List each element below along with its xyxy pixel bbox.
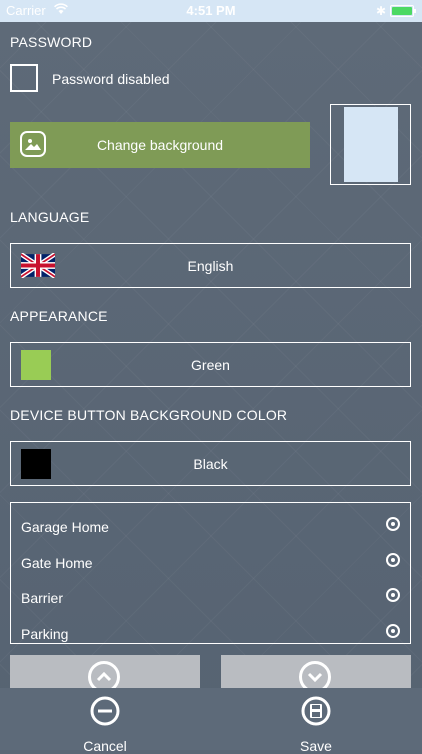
battery-icon <box>390 5 416 17</box>
cancel-button[interactable]: Cancel <box>65 696 145 754</box>
password-checkbox[interactable] <box>10 64 38 92</box>
save-label: Save <box>300 738 332 754</box>
device-button-color-heading: DEVICE BUTTON BACKGROUND COLOR <box>10 407 288 423</box>
change-background-button[interactable]: Change background <box>10 122 310 168</box>
status-bar: Carrier 4:51 PM ✱ <box>0 0 422 22</box>
appearance-heading: APPEARANCE <box>10 308 108 324</box>
radio-button[interactable] <box>386 517 400 531</box>
appearance-value: Green <box>191 357 230 373</box>
appearance-selector[interactable]: Green <box>10 342 411 387</box>
list-item[interactable]: Gate Home <box>21 543 400 579</box>
language-selector[interactable]: English <box>10 243 411 288</box>
move-up-button[interactable] <box>10 655 200 689</box>
password-checkbox-label: Password disabled <box>52 71 170 87</box>
background-preview-image <box>344 107 398 182</box>
device-list: Garage Home Gate Home Barrier Parking <box>10 502 411 644</box>
device-label: Gate Home <box>21 555 93 571</box>
language-value: English <box>187 258 234 274</box>
bottom-toolbar: Cancel Save <box>0 688 422 754</box>
device-label: Barrier <box>21 590 64 606</box>
cancel-icon <box>90 696 120 726</box>
chevron-down-icon <box>299 661 331 689</box>
image-icon <box>20 131 46 157</box>
clock: 4:51 PM <box>186 3 236 18</box>
move-down-button[interactable] <box>221 655 411 689</box>
list-item[interactable]: Barrier <box>21 578 400 614</box>
chevron-up-icon <box>88 661 120 689</box>
list-item[interactable]: Parking <box>21 614 400 650</box>
cancel-label: Cancel <box>83 738 127 754</box>
radio-button[interactable] <box>386 553 400 567</box>
change-background-label: Change background <box>96 137 224 153</box>
radio-button[interactable] <box>386 624 400 638</box>
list-item[interactable]: Garage Home <box>21 507 400 543</box>
device-button-color-value: Black <box>193 456 228 472</box>
password-heading: PASSWORD <box>10 34 93 50</box>
save-button[interactable]: Save <box>276 696 356 754</box>
device-label: Parking <box>21 626 69 642</box>
background-preview[interactable] <box>330 104 411 185</box>
language-heading: LANGUAGE <box>10 209 90 225</box>
device-label: Garage Home <box>21 519 109 535</box>
device-button-color-selector[interactable]: Black <box>10 441 411 486</box>
radio-button[interactable] <box>386 588 400 602</box>
bluetooth-icon: ✱ <box>375 4 386 18</box>
save-icon <box>301 696 331 726</box>
